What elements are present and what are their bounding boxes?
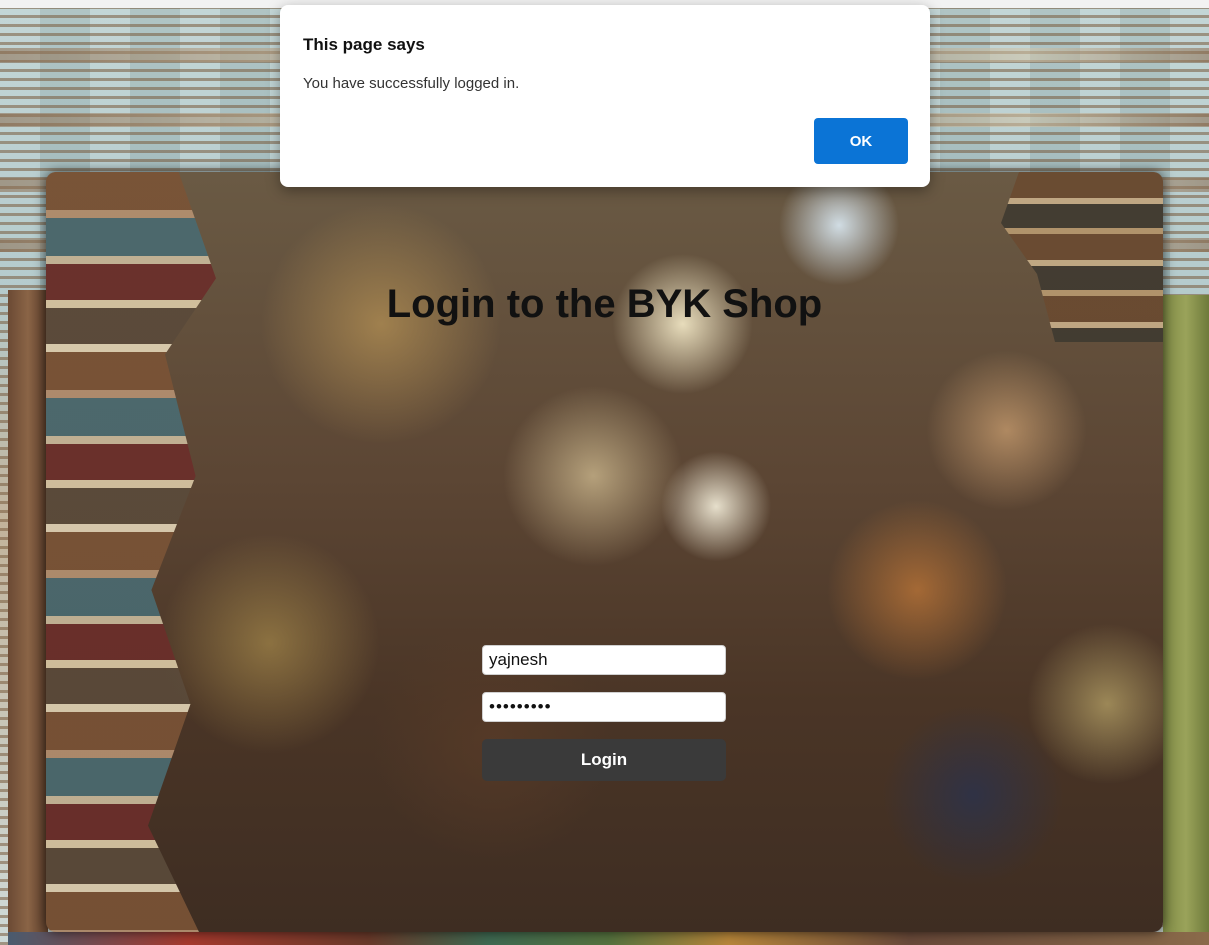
login-card: Login to the BYK Shop Login bbox=[46, 172, 1163, 932]
login-button[interactable]: Login bbox=[482, 739, 726, 781]
alert-dialog: This page says You have successfully log… bbox=[280, 5, 930, 187]
book-spine-right bbox=[1163, 295, 1209, 945]
dialog-message: You have successfully logged in. bbox=[303, 75, 520, 92]
password-input[interactable] bbox=[482, 692, 726, 722]
book-spine-left bbox=[8, 290, 48, 945]
dialog-title: This page says bbox=[303, 35, 425, 54]
username-input[interactable] bbox=[482, 645, 726, 675]
page-title: Login to the BYK Shop bbox=[386, 282, 823, 326]
ok-button[interactable]: OK bbox=[814, 118, 908, 164]
book-spines-bottom bbox=[8, 932, 1209, 945]
